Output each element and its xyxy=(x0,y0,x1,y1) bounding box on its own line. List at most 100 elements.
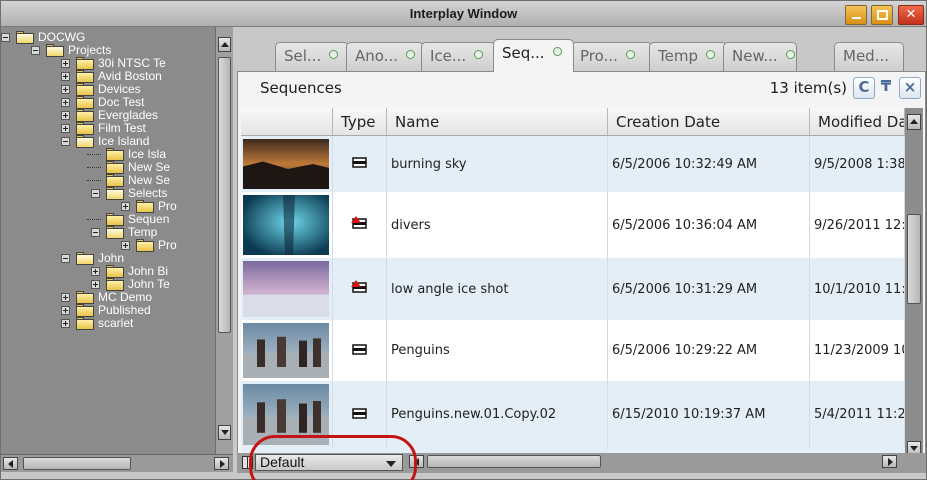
tab-status-icon xyxy=(705,50,715,59)
thumbnail-cell xyxy=(241,258,333,320)
sequence-icon xyxy=(351,155,369,173)
created-cell: 6/5/2006 10:29:22 AM xyxy=(608,320,810,381)
tab-label: Ice... xyxy=(430,47,467,65)
tree-item-label: scarlet xyxy=(98,316,134,330)
sequence-alert-icon xyxy=(350,280,369,298)
modified-cell: 11/23/2009 10 xyxy=(810,320,905,381)
expand-icon[interactable] xyxy=(61,306,70,315)
column-header-4[interactable]: Modified Da xyxy=(810,108,905,136)
folder-icon xyxy=(76,70,94,83)
expand-icon[interactable] xyxy=(61,111,70,120)
expand-icon[interactable] xyxy=(61,59,70,68)
scroll-up-arrow-icon[interactable] xyxy=(218,37,231,52)
name-cell: divers xyxy=(387,192,608,258)
folder-icon xyxy=(76,83,94,96)
tab-7[interactable]: Med... xyxy=(834,42,904,71)
refresh-button[interactable]: C xyxy=(853,77,875,99)
title-bar[interactable]: Interplay Window ✕ xyxy=(1,1,926,27)
tab-6[interactable]: New... xyxy=(723,42,797,71)
column-header-3[interactable]: Creation Date xyxy=(608,108,810,136)
table-row[interactable]: low angle ice shot 6/5/2006 10:31:29 AM 10… xyxy=(241,258,905,320)
column-header-2[interactable]: Name xyxy=(387,108,608,136)
scroll-right-arrow-icon[interactable] xyxy=(882,455,897,468)
created-cell: 6/5/2006 10:32:49 AM xyxy=(608,136,810,192)
name-cell: Penguins xyxy=(387,320,608,381)
tab-strip: Sel... Ano... Ice... Seq... Pro... Temp New...… xyxy=(237,39,926,72)
collapse-icon[interactable] xyxy=(1,33,10,42)
thumbnail-image xyxy=(243,261,329,320)
table-row[interactable]: divers 6/5/2006 10:36:04 AM 9/26/2011 12: xyxy=(241,192,905,258)
expand-icon[interactable] xyxy=(121,241,130,250)
table-row[interactable]: burning sky 6/5/2006 10:32:49 AM 9/5/2008 … xyxy=(241,136,905,192)
expand-icon[interactable] xyxy=(61,124,70,133)
tab-0[interactable]: Sel... xyxy=(275,42,349,71)
column-header-0[interactable] xyxy=(241,108,333,136)
tree-vertical-scrollbar[interactable] xyxy=(215,27,233,454)
tree-item-label: Pro xyxy=(158,238,177,252)
tab-label: Pro... xyxy=(580,47,618,65)
tab-4[interactable]: Pro... xyxy=(571,42,652,71)
tab-3[interactable]: Seq... xyxy=(493,39,574,72)
created-cell: 6/5/2006 10:31:29 AM xyxy=(608,258,810,320)
tab-label: New... xyxy=(732,47,778,65)
tree-hscroll-thumb[interactable] xyxy=(23,457,131,470)
thumbnail-image xyxy=(243,139,329,192)
tree-connector xyxy=(87,180,101,181)
column-header-1[interactable]: Type xyxy=(333,108,387,136)
table-row[interactable]: Penguins 6/5/2006 10:29:22 AM 11/23/2009 1… xyxy=(241,320,905,381)
tree-scroll-thumb[interactable] xyxy=(218,57,231,333)
tab-label: Sel... xyxy=(284,47,322,65)
close-panel-button[interactable]: × xyxy=(899,77,921,99)
panel-header: Sequences 13 item(s) C ₸ × xyxy=(238,72,925,104)
tree-horizontal-scrollbar[interactable] xyxy=(1,454,233,472)
maximize-button[interactable] xyxy=(871,5,893,25)
expand-icon[interactable] xyxy=(91,267,100,276)
name-cell: Penguins.new.01.Copy.02 xyxy=(387,381,608,448)
collapse-icon[interactable] xyxy=(61,254,70,263)
scroll-left-arrow-icon[interactable] xyxy=(3,457,18,470)
tab-1[interactable]: Ano... xyxy=(346,42,424,71)
thumbnail-image xyxy=(243,195,329,258)
tab-2[interactable]: Ice... xyxy=(421,42,496,71)
expand-icon[interactable] xyxy=(61,72,70,81)
folder-icon xyxy=(76,317,94,330)
expand-icon[interactable] xyxy=(61,319,70,328)
tree-connector xyxy=(87,219,101,220)
collapse-icon[interactable] xyxy=(91,228,100,237)
pin-icon: ₸ xyxy=(880,77,892,95)
type-cell xyxy=(333,320,387,381)
open-folder-icon xyxy=(16,31,34,44)
minimize-button[interactable] xyxy=(845,5,867,25)
tab-5[interactable]: Temp xyxy=(649,42,727,71)
scroll-up-arrow-icon[interactable] xyxy=(907,114,921,130)
open-folder-icon xyxy=(106,226,124,239)
scroll-right-arrow-icon[interactable] xyxy=(214,457,229,470)
tree-connector xyxy=(87,154,101,155)
expand-icon[interactable] xyxy=(91,280,100,289)
modified-cell: 9/26/2011 12: xyxy=(810,192,905,258)
folder-icon xyxy=(136,239,154,252)
table-scroll-thumb[interactable] xyxy=(907,214,921,304)
folder-icon xyxy=(76,304,94,317)
collapse-icon[interactable] xyxy=(31,46,40,55)
tab-label: Temp xyxy=(658,47,698,65)
table-hscroll-thumb[interactable] xyxy=(427,455,601,468)
modified-cell: 5/4/2011 11:2 xyxy=(810,381,905,448)
collapse-icon[interactable] xyxy=(91,189,100,198)
folder-icon xyxy=(106,174,124,187)
scroll-down-arrow-icon[interactable] xyxy=(218,425,231,440)
expand-icon[interactable] xyxy=(61,85,70,94)
folder-icon xyxy=(106,265,124,278)
thumbnail-cell xyxy=(241,136,333,192)
collapse-icon[interactable] xyxy=(61,137,70,146)
open-folder-icon xyxy=(76,135,94,148)
pin-button[interactable]: ₸ xyxy=(875,77,897,99)
expand-icon[interactable] xyxy=(121,202,130,211)
open-folder-icon xyxy=(46,44,64,57)
expand-icon[interactable] xyxy=(61,293,70,302)
expand-icon[interactable] xyxy=(61,98,70,107)
table-vertical-scrollbar[interactable] xyxy=(905,108,923,464)
folder-icon xyxy=(76,57,94,70)
close-window-button[interactable]: ✕ xyxy=(898,5,924,25)
maximize-icon xyxy=(877,10,888,20)
